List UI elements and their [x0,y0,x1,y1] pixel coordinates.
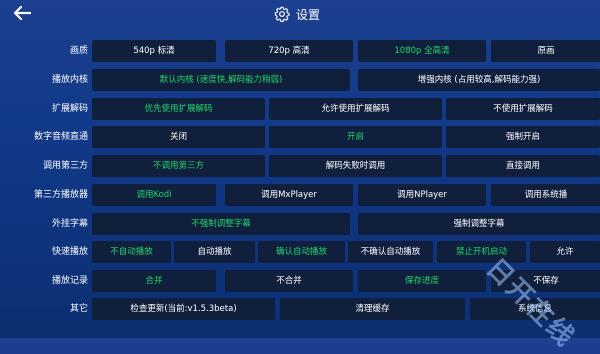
option-button[interactable]: 确认自动播放 [258,241,345,263]
top-bar: 设置 [0,0,600,28]
option-button[interactable]: 调用系统播 [491,184,600,206]
settings-row: 第三方播放器 调用Kodi 调用MxPlayer 调用NPlayer 调用系统播 [0,184,600,206]
option-button[interactable]: 调用Kodi [92,184,216,206]
option-button[interactable]: 开启 [269,126,442,148]
row-label: 第三方播放器 [33,190,88,200]
option-button[interactable]: 不调用第三方 [92,155,265,177]
option-button[interactable]: 调用MxPlayer [225,184,353,206]
option-button[interactable]: 允许 [530,241,600,263]
option-button[interactable]: 默认内核 (速度快,解码能力稍弱) [92,69,350,91]
row-label: 调用第三方 [42,161,88,171]
row-label: 外挂字幕 [51,219,88,229]
option-button[interactable]: 不强制调整字幕 [92,213,350,235]
row-label: 扩展解码 [51,104,88,114]
arrow-left-icon[interactable] [12,5,32,21]
option-button[interactable]: 强制开启 [446,126,600,148]
settings-row: 画质 540p 标清 720p 高清 1080p 全高清 原画 [0,40,600,62]
settings-row: 扩展解码 优先使用扩展解码 允许使用扩展解码 不使用扩展解码 [0,98,600,120]
option-button[interactable]: 540p 标清 [92,40,216,62]
option-button[interactable]: 检查更新(当前:v1.5.3beta) [92,298,275,320]
row-label: 画质 [69,46,88,56]
option-button[interactable]: 原画 [491,40,600,62]
option-button[interactable]: 优先使用扩展解码 [92,98,265,120]
option-button[interactable]: 保存进度 [358,270,486,292]
option-button[interactable]: 清理缓存 [280,298,465,320]
page-title: 设置 [296,7,321,22]
gear-icon [274,6,290,22]
row-label: 数字音频直通 [33,132,88,142]
option-button[interactable]: 解码失败时调用 [269,155,442,177]
option-button[interactable]: 不自动播放 [92,241,171,263]
row-label: 播放内核 [51,75,88,85]
option-button[interactable]: 关闭 [92,126,265,148]
row-label: 快速播放 [51,247,88,257]
settings-row: 播放内核 默认内核 (速度快,解码能力稍弱) 增强内核 (占用较高,解码能力强) [0,69,600,91]
settings-row: 数字音频直通 关闭 开启 强制开启 [0,126,600,148]
option-button[interactable]: 自动播放 [174,241,255,263]
option-button[interactable]: 720p 高清 [225,40,353,62]
row-label: 其它 [69,304,88,314]
page-title-group: 设置 [274,4,320,24]
option-button[interactable]: 调用NPlayer [358,184,486,206]
option-button[interactable]: 1080p 全高清 [358,40,486,62]
row-label: 播放记录 [51,276,88,286]
option-button[interactable]: 合并 [92,270,216,292]
settings-row: 调用第三方 不调用第三方 解码失败时调用 直接调用 [0,155,600,177]
settings-row: 外挂字幕 不强制调整字幕 强制调整字幕 [0,213,600,235]
option-button[interactable]: 不确认自动播放 [348,241,433,263]
option-button[interactable]: 不使用扩展解码 [446,98,600,120]
option-button[interactable]: 增强内核 (占用较高,解码能力强) [358,69,600,91]
option-button[interactable]: 允许使用扩展解码 [269,98,442,120]
option-button[interactable]: 强制调整字幕 [358,213,600,235]
option-button[interactable]: 不合并 [225,270,353,292]
option-button[interactable]: 直接调用 [446,155,600,177]
